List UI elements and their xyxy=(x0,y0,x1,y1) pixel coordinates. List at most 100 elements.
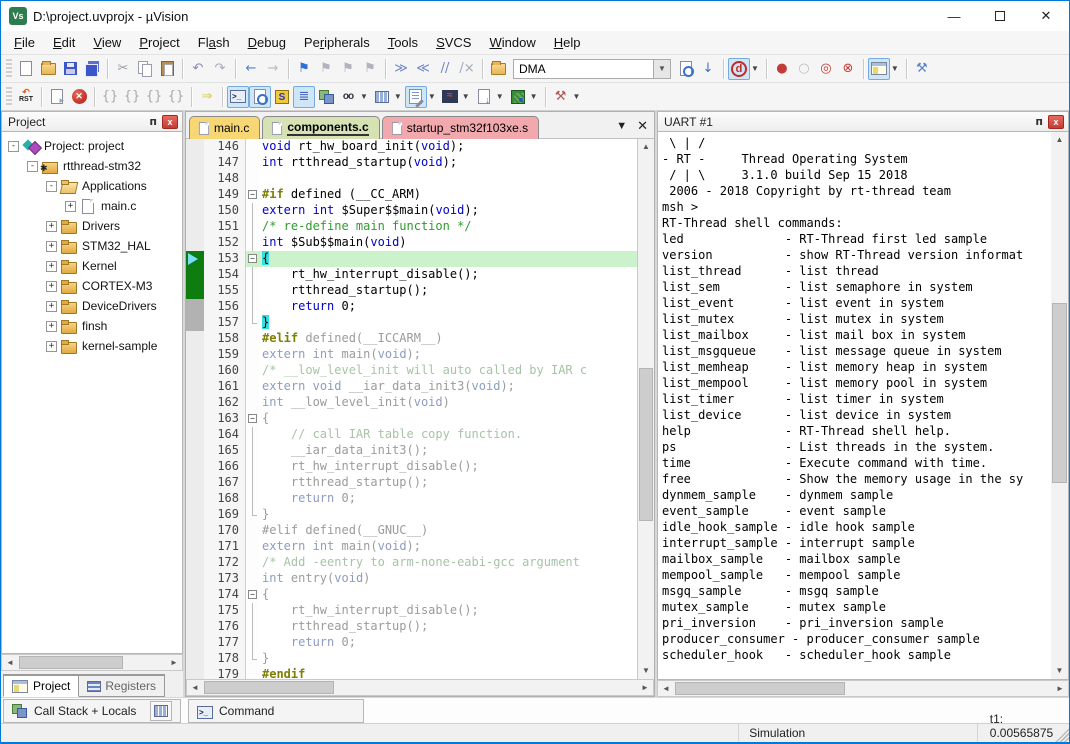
find-in-files-button[interactable] xyxy=(487,58,509,80)
incremental-find-button[interactable]: d xyxy=(728,58,750,80)
editor-vertical-scrollbar[interactable]: ▲ ▼ xyxy=(637,139,654,679)
code-line-171[interactable]: 171extern int main(void); xyxy=(186,539,637,555)
menu-item-svcs[interactable]: SVCS xyxy=(427,32,480,53)
code-line-163[interactable]: 163−{ xyxy=(186,411,637,427)
configuration-button[interactable]: ⚒ xyxy=(911,58,933,80)
unindent-button[interactable]: ≪ xyxy=(412,58,434,80)
code-line-175[interactable]: 175 rt_hw_interrupt_disable(); xyxy=(186,603,637,619)
code-line-157[interactable]: 157} xyxy=(186,315,637,331)
expand-icon[interactable]: + xyxy=(46,321,57,332)
code-line-172[interactable]: 172/* Add -eentry to arm-none-eabi-gcc a… xyxy=(186,555,637,571)
editor-tab-components-c[interactable]: components.c xyxy=(262,116,379,139)
find-next-button[interactable]: ↓ xyxy=(697,58,719,80)
code-line-177[interactable]: 177 return 0; xyxy=(186,635,637,651)
code-line-147[interactable]: 147int rtthread_startup(void); xyxy=(186,155,637,171)
dropdown-arrow-icon[interactable]: ▼ xyxy=(461,92,473,101)
code-line-164[interactable]: 164 // call IAR table copy function. xyxy=(186,427,637,443)
dropdown-arrow-icon[interactable]: ▼ xyxy=(393,92,405,101)
navigate-back-button[interactable]: ← xyxy=(240,58,262,80)
fold-collapse-icon[interactable]: − xyxy=(246,187,259,203)
dropdown-arrow-icon[interactable]: ▼ xyxy=(427,92,439,101)
expand-icon[interactable]: + xyxy=(46,281,57,292)
menu-item-peripherals[interactable]: Peripherals xyxy=(295,32,379,53)
panel-tab-registers[interactable]: Registers xyxy=(79,674,165,697)
save-button[interactable] xyxy=(59,58,81,80)
fold-collapse-icon[interactable]: − xyxy=(246,587,259,603)
system-viewer-button[interactable] xyxy=(507,86,529,108)
new-file-button[interactable] xyxy=(15,58,37,80)
code-line-152[interactable]: 152int $Sub$$main(void) xyxy=(186,235,637,251)
next-bookmark-button[interactable]: ⚑ xyxy=(337,58,359,80)
resize-grip[interactable] xyxy=(1053,724,1069,742)
uart-output[interactable]: \ | /- RT - Thread Operating System / | … xyxy=(658,132,1051,679)
code-line-149[interactable]: 149−#if defined (__CC_ARM) xyxy=(186,187,637,203)
code-line-155[interactable]: 155 rtthread_startup(); xyxy=(186,283,637,299)
code-line-159[interactable]: 159extern int main(void); xyxy=(186,347,637,363)
command-window-button[interactable]: >_ xyxy=(227,86,249,108)
tree-item-cortex-m3[interactable]: +CORTEX-M3 xyxy=(2,276,182,296)
paste-button[interactable] xyxy=(156,58,178,80)
dropdown-arrow-icon[interactable]: ▼ xyxy=(495,92,507,101)
command-tab[interactable]: >_ Command xyxy=(188,699,364,723)
uart-vertical-scrollbar[interactable]: ▲ ▼ xyxy=(1051,132,1068,679)
minimize-button[interactable]: — xyxy=(931,1,977,31)
scroll-left-icon[interactable]: ◄ xyxy=(658,684,674,693)
code-line-150[interactable]: 150extern int $Super$$main(void); xyxy=(186,203,637,219)
code-line-161[interactable]: 161extern void __iar_data_init3(void); xyxy=(186,379,637,395)
open-file-button[interactable] xyxy=(37,58,59,80)
code-line-153[interactable]: 153−{ xyxy=(186,251,637,267)
uart-horizontal-scrollbar[interactable]: ◄ ► xyxy=(657,680,1069,697)
stop-button[interactable]: ✕ xyxy=(68,86,90,108)
expand-icon[interactable]: + xyxy=(46,221,57,232)
code-line-168[interactable]: 168 return 0; xyxy=(186,491,637,507)
code-line-176[interactable]: 176 rtthread_startup(); xyxy=(186,619,637,635)
code-area[interactable]: 146void rt_hw_board_init(void);147int rt… xyxy=(186,139,637,679)
code-line-158[interactable]: 158#elif defined(__ICCARM__) xyxy=(186,331,637,347)
code-line-146[interactable]: 146void rt_hw_board_init(void); xyxy=(186,139,637,155)
scroll-right-icon[interactable]: ► xyxy=(166,658,182,667)
dropdown-arrow-icon[interactable]: ▼ xyxy=(529,92,541,101)
code-line-179[interactable]: 179#endif xyxy=(186,667,637,679)
combo-dropdown-icon[interactable]: ▼ xyxy=(653,60,670,78)
code-line-165[interactable]: 165 __iar_data_init3(); xyxy=(186,443,637,459)
clear-bookmarks-button[interactable]: ⚑ xyxy=(359,58,381,80)
tree-item-kernel-sample[interactable]: +kernel-sample xyxy=(2,336,182,356)
debug-toolbox-button[interactable]: ⚒ xyxy=(550,86,572,108)
menu-item-view[interactable]: View xyxy=(84,32,130,53)
disable-all-breakpoints-button[interactable]: ◎ xyxy=(815,58,837,80)
code-line-154[interactable]: 154 rt_hw_interrupt_disable(); xyxy=(186,267,637,283)
expand-icon[interactable]: + xyxy=(46,241,57,252)
call-stack-locals-tab[interactable]: Call Stack + Locals xyxy=(3,699,181,723)
maximize-button[interactable] xyxy=(977,1,1023,31)
project-horizontal-scrollbar[interactable]: ◄ ► xyxy=(1,654,183,671)
tree-item-finsh[interactable]: +finsh xyxy=(2,316,182,336)
menu-item-tools[interactable]: Tools xyxy=(379,32,427,53)
project-panel-close-button[interactable]: x xyxy=(162,115,178,129)
close-button[interactable]: ✕ xyxy=(1023,1,1069,31)
tree-item-stm32-hal[interactable]: +STM32_HAL xyxy=(2,236,182,256)
code-line-169[interactable]: 169} xyxy=(186,507,637,523)
memory-window-button[interactable] xyxy=(150,701,172,721)
lookup-word-button[interactable] xyxy=(675,58,697,80)
dropdown-arrow-icon[interactable]: ▼ xyxy=(359,92,371,101)
collapse-icon[interactable]: - xyxy=(46,181,57,192)
dropdown-arrow-icon[interactable]: ▼ xyxy=(750,64,762,73)
menu-item-window[interactable]: Window xyxy=(480,32,544,53)
trace-window-button[interactable] xyxy=(473,86,495,108)
scroll-down-icon[interactable]: ▼ xyxy=(1051,663,1068,679)
code-line-178[interactable]: 178} xyxy=(186,651,637,667)
tree-item-drivers[interactable]: +Drivers xyxy=(2,216,182,236)
scroll-right-icon[interactable]: ► xyxy=(1052,684,1068,693)
dropdown-arrow-icon[interactable]: ▼ xyxy=(890,64,902,73)
scroll-left-icon[interactable]: ◄ xyxy=(2,658,18,667)
find-text-combo[interactable]: DMA▼ xyxy=(513,59,671,79)
previous-bookmark-button[interactable]: ⚑ xyxy=(315,58,337,80)
insert-bookmark-button[interactable]: ⚑ xyxy=(293,58,315,80)
toolbar-grip[interactable] xyxy=(6,59,12,79)
dropdown-arrow-icon[interactable]: ▼ xyxy=(572,92,584,101)
kill-all-breakpoints-button[interactable]: ⊗ xyxy=(837,58,859,80)
fold-collapse-icon[interactable]: − xyxy=(246,251,259,267)
code-line-162[interactable]: 162int __low_level_init(void) xyxy=(186,395,637,411)
menu-item-help[interactable]: Help xyxy=(545,32,590,53)
expand-icon[interactable]: + xyxy=(46,341,57,352)
